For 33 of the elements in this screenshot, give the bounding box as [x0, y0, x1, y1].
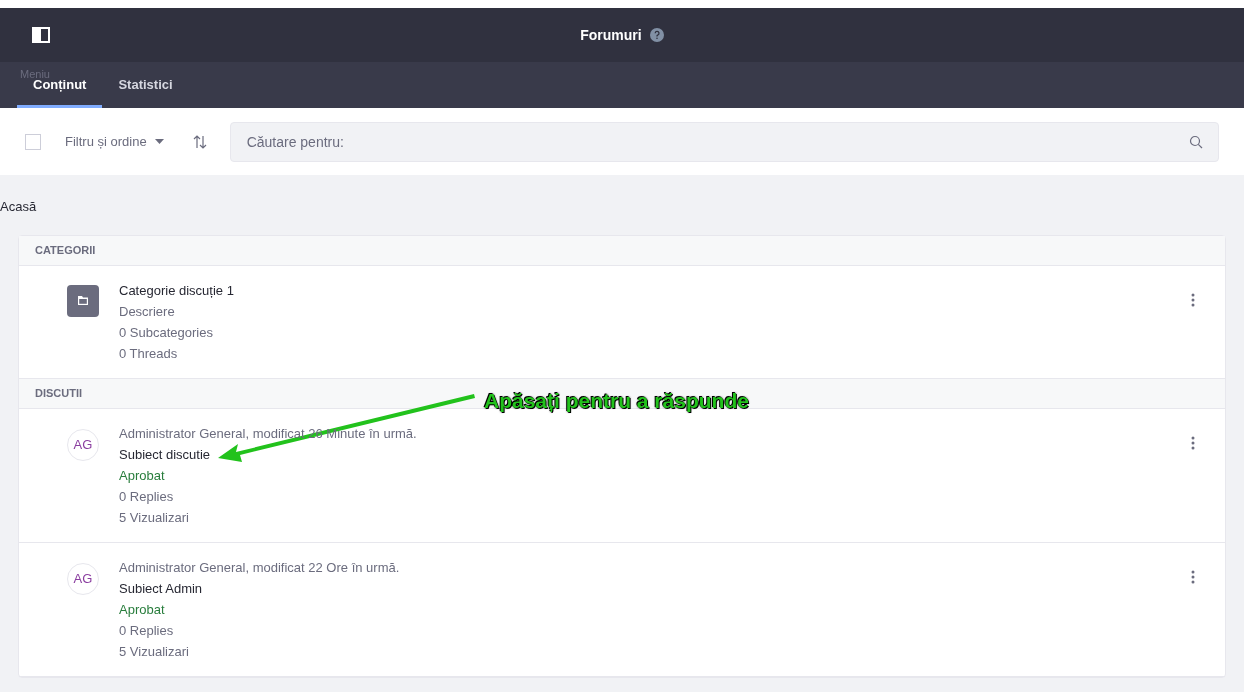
nav-tab[interactable]: Statistici: [102, 62, 189, 108]
filter-dropdown[interactable]: Filtru și ordine: [65, 131, 164, 152]
kebab-icon: [1191, 292, 1195, 307]
item-title[interactable]: Subiect discutie: [119, 443, 211, 465]
search-field[interactable]: Căutare pentru:: [229, 121, 1219, 162]
section-title: CATEGORII: [35, 242, 96, 258]
item-meta: 0 Subcategories: [119, 323, 213, 342]
help-icon[interactable]: [649, 28, 664, 42]
sort-icon: [192, 134, 207, 149]
item-title[interactable]: Categorie discuție 1: [119, 279, 234, 301]
search-icon: [1189, 134, 1203, 149]
section-title: DISCUTII: [35, 385, 83, 401]
kebab-icon: [1191, 569, 1195, 584]
item-meta: 5 Vizualizari: [119, 642, 189, 661]
item-meta: Administrator General, modificat 22 Ore în urmă.: [119, 558, 400, 577]
status-label: Aprobat: [119, 600, 165, 619]
kebab-icon: [1191, 435, 1195, 450]
item-meta: 0 Replies: [119, 621, 174, 640]
sidebar-toggle-icon[interactable]: [32, 27, 50, 43]
select-all-checkbox[interactable]: [25, 133, 41, 150]
item-meta: 5 Vizualizari: [119, 508, 189, 527]
caret-icon: [154, 139, 164, 144]
item-title[interactable]: Subiect Admin: [119, 577, 203, 599]
item-meta: Administrator General, modificat 26 Minute în urmă.: [119, 424, 417, 443]
item-meta: 0 Threads: [119, 344, 178, 363]
folder-icon: [67, 284, 99, 317]
breadcrumb-link[interactable]: Acasă: [0, 197, 1226, 217]
item-meta: 0 Replies: [119, 487, 174, 506]
status-label: Aprobat: [119, 466, 165, 485]
page-title: Forumuri: [580, 25, 642, 45]
list-row[interactable]: Categorie discuție 1 Descriere 0 Subcategories 0 Threads: [19, 265, 1225, 379]
item-meta: Descriere: [119, 302, 175, 321]
list-row[interactable]: AG Administrator General, modificat 22 Ore în urmă. Subiect Admin Aprobat 0 Replies 5 Vizualizari: [19, 542, 1225, 677]
